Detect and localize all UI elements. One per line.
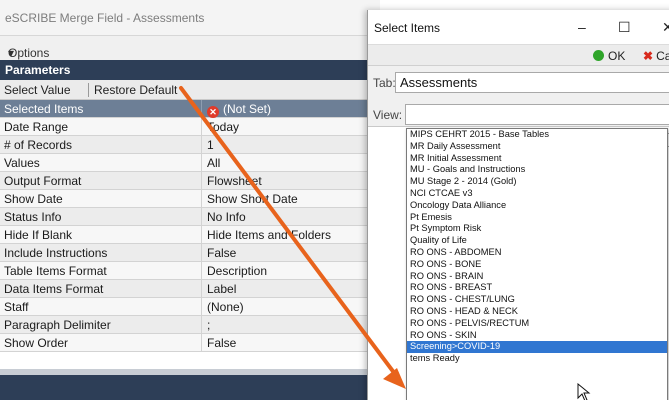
grid-row[interactable]: Table Items Format Description bbox=[0, 262, 380, 280]
tab-label: Tab: bbox=[373, 76, 396, 90]
dropdown-item[interactable]: Quality of Life bbox=[407, 235, 667, 247]
param-name: Show Date bbox=[0, 190, 202, 208]
grid-row[interactable]: Values All bbox=[0, 154, 380, 172]
dialog-action-bar: OK ✖Cancel bbox=[368, 44, 669, 66]
dialog-body: Tab: Assessments View: MIPS CEHRT 2015 -… bbox=[368, 66, 669, 400]
window-title: eSCRIBE Merge Field - Assessments bbox=[5, 11, 205, 25]
param-name: Data Items Format bbox=[0, 280, 202, 298]
param-value[interactable]: (None) bbox=[202, 298, 380, 316]
dropdown-item[interactable]: RO ONS - BONE bbox=[407, 259, 667, 271]
parameters-title: Parameters bbox=[5, 63, 71, 77]
toolbar-divider bbox=[88, 83, 89, 97]
ok-label: OK bbox=[608, 49, 626, 63]
close-icon[interactable]: ✕ bbox=[662, 19, 669, 36]
options-bar: Options ▾ bbox=[0, 36, 380, 60]
param-name: # of Records bbox=[0, 136, 202, 154]
parameters-grid: Selected Items ✕ (Not Set) Date Range Toda… bbox=[0, 100, 380, 352]
param-name: Values bbox=[0, 154, 202, 172]
grid-row[interactable]: # of Records 1 bbox=[0, 136, 380, 154]
not-set-icon: ✕ bbox=[207, 106, 219, 118]
param-value[interactable]: False bbox=[202, 244, 380, 262]
ok-button[interactable]: OK bbox=[593, 49, 625, 63]
dropdown-item[interactable]: RO ONS - HEAD & NECK bbox=[407, 306, 667, 318]
dropdown-item[interactable]: MR Daily Assessment bbox=[407, 141, 667, 153]
select-value-button[interactable]: Select Value bbox=[4, 83, 71, 97]
merge-field-window: eSCRIBE Merge Field - Assessments Option… bbox=[0, 0, 380, 400]
param-name: Show Order bbox=[0, 334, 202, 352]
view-combobox[interactable] bbox=[405, 104, 669, 125]
dropdown-item[interactable]: NCI CTCAE v3 bbox=[407, 188, 667, 200]
param-value[interactable]: Hide Items and Folders bbox=[202, 226, 380, 244]
param-name: Include Instructions bbox=[0, 244, 202, 262]
chevron-down-icon: ▾ bbox=[8, 46, 15, 60]
parameters-toolbar: Select Value Restore Default bbox=[0, 80, 380, 100]
param-value[interactable]: ; bbox=[202, 316, 380, 334]
restore-default-button[interactable]: Restore Default bbox=[94, 83, 177, 97]
grid-row[interactable]: Include Instructions False bbox=[0, 244, 380, 262]
dropdown-item[interactable]: RO ONS - SKIN bbox=[407, 330, 667, 342]
grid-row[interactable]: Status Info No Info bbox=[0, 208, 380, 226]
grid-row[interactable]: Date Range Today bbox=[0, 118, 380, 136]
dropdown-item-selected[interactable]: Screening>COVID-19 bbox=[407, 341, 667, 354]
grid-row-selected-items[interactable]: Selected Items ✕ (Not Set) bbox=[0, 100, 380, 118]
minimize-icon[interactable]: – bbox=[578, 19, 586, 35]
dropdown-item[interactable]: RO ONS - BRAIN bbox=[407, 271, 667, 283]
param-value[interactable]: Description bbox=[202, 262, 380, 280]
dropdown-item[interactable]: MU - Goals and Instructions bbox=[407, 164, 667, 176]
dropdown-item[interactable]: MR Initial Assessment bbox=[407, 153, 667, 165]
param-value[interactable]: Flowsheet bbox=[202, 172, 380, 190]
mouse-pointer-icon bbox=[577, 383, 591, 400]
window-title-bar: eSCRIBE Merge Field - Assessments bbox=[0, 0, 380, 36]
grid-row[interactable]: Show Date Show Short Date bbox=[0, 190, 380, 208]
dropdown-item[interactable]: Oncology Data Alliance bbox=[407, 200, 667, 212]
view-dropdown-list[interactable]: MIPS CEHRT 2015 - Base Tables MR Daily A… bbox=[406, 128, 668, 400]
param-name: Hide If Blank bbox=[0, 226, 202, 244]
param-value[interactable]: ✕ (Not Set) bbox=[202, 100, 380, 118]
param-name: Output Format bbox=[0, 172, 202, 190]
param-value[interactable]: Show Short Date bbox=[202, 190, 380, 208]
param-value[interactable]: No Info bbox=[202, 208, 380, 226]
tab-combobox[interactable]: Assessments bbox=[395, 72, 669, 93]
grid-row[interactable]: Paragraph Delimiter; bbox=[0, 316, 380, 334]
grid-row[interactable]: Output Format Flowsheet bbox=[0, 172, 380, 190]
dropdown-item[interactable]: RO ONS - BREAST bbox=[407, 282, 667, 294]
param-value[interactable]: Label bbox=[202, 280, 380, 298]
select-items-dialog: Select Items – ☐ ✕ OK ✖Cancel Tab: Asses… bbox=[367, 10, 669, 400]
dropdown-item[interactable]: RO ONS - ABDOMEN bbox=[407, 247, 667, 259]
dropdown-item[interactable]: Pt Emesis bbox=[407, 212, 667, 224]
grid-row[interactable]: Staff (None) bbox=[0, 298, 380, 316]
maximize-icon[interactable]: ☐ bbox=[618, 19, 631, 36]
cancel-label: Cancel bbox=[656, 49, 669, 63]
dropdown-item[interactable]: RO ONS - PELVIS/RECTUM bbox=[407, 318, 667, 330]
dropdown-item[interactable]: MU Stage 2 - 2014 (Gold) bbox=[407, 176, 667, 188]
dialog-title-bar: Select Items – ☐ ✕ bbox=[368, 10, 669, 44]
view-label: View: bbox=[373, 108, 403, 122]
grid-row[interactable]: Hide If Blank Hide Items and Folders bbox=[0, 226, 380, 244]
cancel-button[interactable]: ✖Cancel bbox=[643, 49, 669, 63]
dropdown-item[interactable]: tems Ready bbox=[407, 353, 667, 365]
dropdown-item[interactable]: Pt Symptom Risk bbox=[407, 223, 667, 235]
param-name: Staff bbox=[0, 298, 202, 316]
ok-check-icon bbox=[593, 50, 604, 61]
param-value[interactable]: 1 bbox=[202, 136, 380, 154]
param-name: Paragraph Delimiter bbox=[0, 316, 202, 334]
param-value[interactable]: False bbox=[202, 334, 380, 352]
param-name: Selected Items bbox=[0, 100, 202, 118]
param-name: Table Items Format bbox=[0, 262, 202, 280]
param-value[interactable]: All bbox=[202, 154, 380, 172]
param-name: Date Range bbox=[0, 118, 202, 136]
param-value[interactable]: Today bbox=[202, 118, 380, 136]
window-footer bbox=[0, 375, 380, 400]
param-value-text: (Not Set) bbox=[223, 102, 272, 116]
dialog-title: Select Items bbox=[374, 21, 441, 35]
dropdown-item[interactable]: MIPS CEHRT 2015 - Base Tables bbox=[407, 129, 667, 141]
param-name: Status Info bbox=[0, 208, 202, 226]
parameters-header: Parameters bbox=[0, 60, 380, 80]
grid-row[interactable]: Data Items Format Label bbox=[0, 280, 380, 298]
cancel-x-icon: ✖ bbox=[643, 49, 654, 63]
dropdown-item[interactable]: RO ONS - CHEST/LUNG bbox=[407, 294, 667, 306]
grid-row[interactable]: Show Order False bbox=[0, 334, 380, 352]
options-menu-label: Options bbox=[8, 46, 50, 60]
